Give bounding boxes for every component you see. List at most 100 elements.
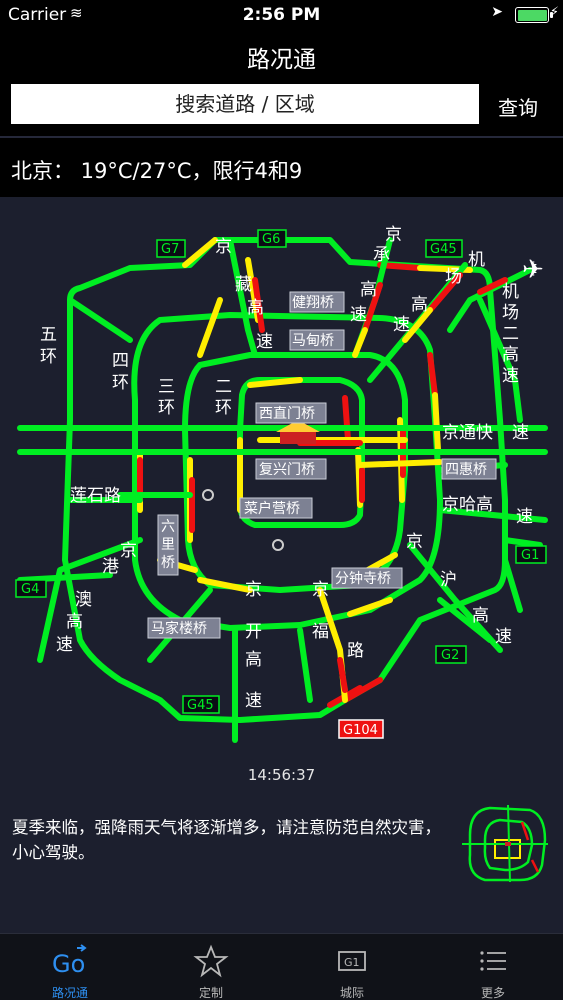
svg-text:京: 京 bbox=[245, 580, 262, 600]
star-icon bbox=[193, 944, 229, 978]
svg-text:二: 二 bbox=[502, 324, 519, 344]
svg-text:高: 高 bbox=[411, 295, 428, 315]
svg-text:西直门桥: 西直门桥 bbox=[259, 405, 315, 422]
tab-label: 城际 bbox=[339, 986, 364, 1000]
svg-text:分钟寺桥: 分钟寺桥 bbox=[335, 570, 391, 587]
search-input[interactable]: 搜索道路 / 区域 bbox=[11, 84, 479, 124]
clock: 2:56 PM bbox=[242, 5, 321, 25]
page-title: 路况通 bbox=[247, 47, 316, 73]
svg-text:高: 高 bbox=[472, 606, 489, 626]
svg-text:开: 开 bbox=[245, 622, 262, 642]
svg-text:菜户营桥: 菜户营桥 bbox=[244, 500, 300, 517]
tab-bar: Go 路况通 定制 G1 城际 更多 bbox=[0, 933, 563, 1000]
road-code-g7: G7 bbox=[156, 239, 186, 258]
bridge-label[interactable]: 马甸桥 bbox=[289, 329, 345, 351]
svg-text:速: 速 bbox=[512, 423, 529, 443]
svg-text:京通快: 京通快 bbox=[442, 423, 493, 443]
go-icon: Go bbox=[52, 944, 87, 978]
svg-text:桥: 桥 bbox=[161, 555, 175, 571]
tab-label: 更多 bbox=[480, 986, 505, 1000]
svg-text:环: 环 bbox=[158, 398, 175, 418]
list-icon bbox=[480, 951, 506, 971]
weather-bar: 北京： 19°C/27°C，限行4和9 bbox=[0, 136, 563, 197]
svg-text:环: 环 bbox=[215, 398, 232, 418]
road-code-g45: G45 bbox=[425, 239, 463, 258]
svg-text:六: 六 bbox=[161, 519, 175, 535]
svg-text:G45: G45 bbox=[187, 698, 214, 713]
tab-label: 路况通 bbox=[51, 986, 88, 1000]
bridge-label[interactable]: 四惠桥 bbox=[441, 458, 497, 480]
svg-text:高: 高 bbox=[360, 280, 377, 300]
road-code-g45-south: G45 bbox=[182, 695, 220, 714]
road-code-g104: G104 bbox=[338, 719, 384, 739]
tiananmen-icon bbox=[276, 420, 320, 444]
svg-text:四惠桥: 四惠桥 bbox=[445, 462, 487, 478]
svg-text:G45: G45 bbox=[430, 242, 457, 257]
svg-text:港: 港 bbox=[102, 557, 119, 577]
svg-text:G7: G7 bbox=[161, 242, 179, 257]
tab-label: 定制 bbox=[198, 986, 223, 1000]
svg-text:速: 速 bbox=[502, 366, 519, 386]
svg-text:里: 里 bbox=[161, 537, 175, 553]
svg-text:速: 速 bbox=[516, 507, 533, 527]
svg-text:京哈高: 京哈高 bbox=[442, 495, 493, 515]
svg-text:高: 高 bbox=[245, 650, 262, 670]
svg-text:机: 机 bbox=[502, 282, 519, 302]
svg-text:速: 速 bbox=[256, 332, 273, 352]
bridge-label[interactable]: 菜户营桥 bbox=[239, 497, 313, 519]
tab-traffic[interactable]: Go 路况通 bbox=[0, 934, 140, 1000]
bridge-label[interactable]: 西直门桥 bbox=[255, 402, 327, 424]
svg-text:G1: G1 bbox=[521, 548, 539, 563]
svg-text:藏: 藏 bbox=[235, 275, 252, 295]
svg-text:二: 二 bbox=[215, 377, 232, 397]
svg-text:路: 路 bbox=[347, 641, 364, 661]
svg-text:G6: G6 bbox=[262, 232, 280, 247]
location-arrow-icon: ➤ bbox=[491, 4, 503, 20]
update-timestamp: 14:56:37 bbox=[247, 766, 316, 784]
g1-icon: G1 bbox=[338, 951, 366, 971]
tab-custom[interactable]: 定制 bbox=[141, 934, 281, 1000]
svg-text:沪: 沪 bbox=[440, 570, 457, 590]
road-code-g1: G1 bbox=[515, 545, 547, 564]
navigation-bar: 路况通 搜索道路 / 区域 查询 bbox=[0, 30, 563, 136]
road-code-g2: G2 bbox=[435, 645, 467, 664]
svg-text:G104: G104 bbox=[343, 723, 378, 738]
traffic-map[interactable]: .rd { fill: none; stroke-width: 6; strok… bbox=[0, 199, 563, 774]
bridge-label[interactable]: 马家楼桥 bbox=[147, 617, 221, 639]
svg-text:高: 高 bbox=[502, 345, 519, 365]
bridge-label[interactable]: 分钟寺桥 bbox=[331, 567, 403, 589]
svg-text:速: 速 bbox=[495, 627, 512, 647]
svg-text:马家楼桥: 马家楼桥 bbox=[151, 620, 207, 637]
svg-text:福: 福 bbox=[312, 622, 329, 642]
road-code-g4: G4 bbox=[15, 579, 47, 598]
svg-text:澳: 澳 bbox=[75, 590, 92, 610]
svg-text:京: 京 bbox=[312, 580, 329, 600]
svg-text:京: 京 bbox=[120, 541, 137, 561]
svg-text:速: 速 bbox=[245, 691, 262, 711]
junction-icon bbox=[202, 489, 214, 501]
tab-intercity[interactable]: G1 城际 bbox=[282, 934, 422, 1000]
svg-text:G1: G1 bbox=[344, 956, 360, 969]
tab-more[interactable]: 更多 bbox=[423, 934, 563, 1000]
bridge-label[interactable]: 健翔桥 bbox=[289, 291, 345, 313]
battery-icon bbox=[515, 7, 553, 23]
svg-text:京: 京 bbox=[385, 225, 402, 245]
bridge-label[interactable]: 复兴门桥 bbox=[255, 458, 327, 480]
svg-text:复兴门桥: 复兴门桥 bbox=[259, 461, 315, 478]
svg-text:马甸桥: 马甸桥 bbox=[292, 333, 334, 349]
notice-text: 夏季来临，强降雨天气将逐渐增多，请注意防范自然灾害，小心驾驶。 bbox=[12, 818, 441, 862]
airplane-icon: ✈ bbox=[522, 255, 544, 285]
svg-text:京: 京 bbox=[215, 237, 232, 257]
junction-icon bbox=[272, 539, 284, 551]
svg-text:场: 场 bbox=[502, 303, 519, 323]
svg-text:高: 高 bbox=[247, 298, 264, 318]
query-button[interactable]: 查询 bbox=[498, 92, 538, 121]
minimap-thumbnail[interactable] bbox=[460, 800, 550, 885]
charging-icon: ⚡ bbox=[549, 5, 559, 20]
weather-text: 北京： 19°C/27°C，限行4和9 bbox=[11, 159, 303, 183]
svg-text:速: 速 bbox=[350, 305, 367, 325]
svg-text:环: 环 bbox=[40, 347, 57, 367]
svg-text:机: 机 bbox=[468, 250, 485, 270]
svg-text:G4: G4 bbox=[21, 582, 39, 597]
bridge-label[interactable]: 六里桥 bbox=[157, 514, 179, 576]
